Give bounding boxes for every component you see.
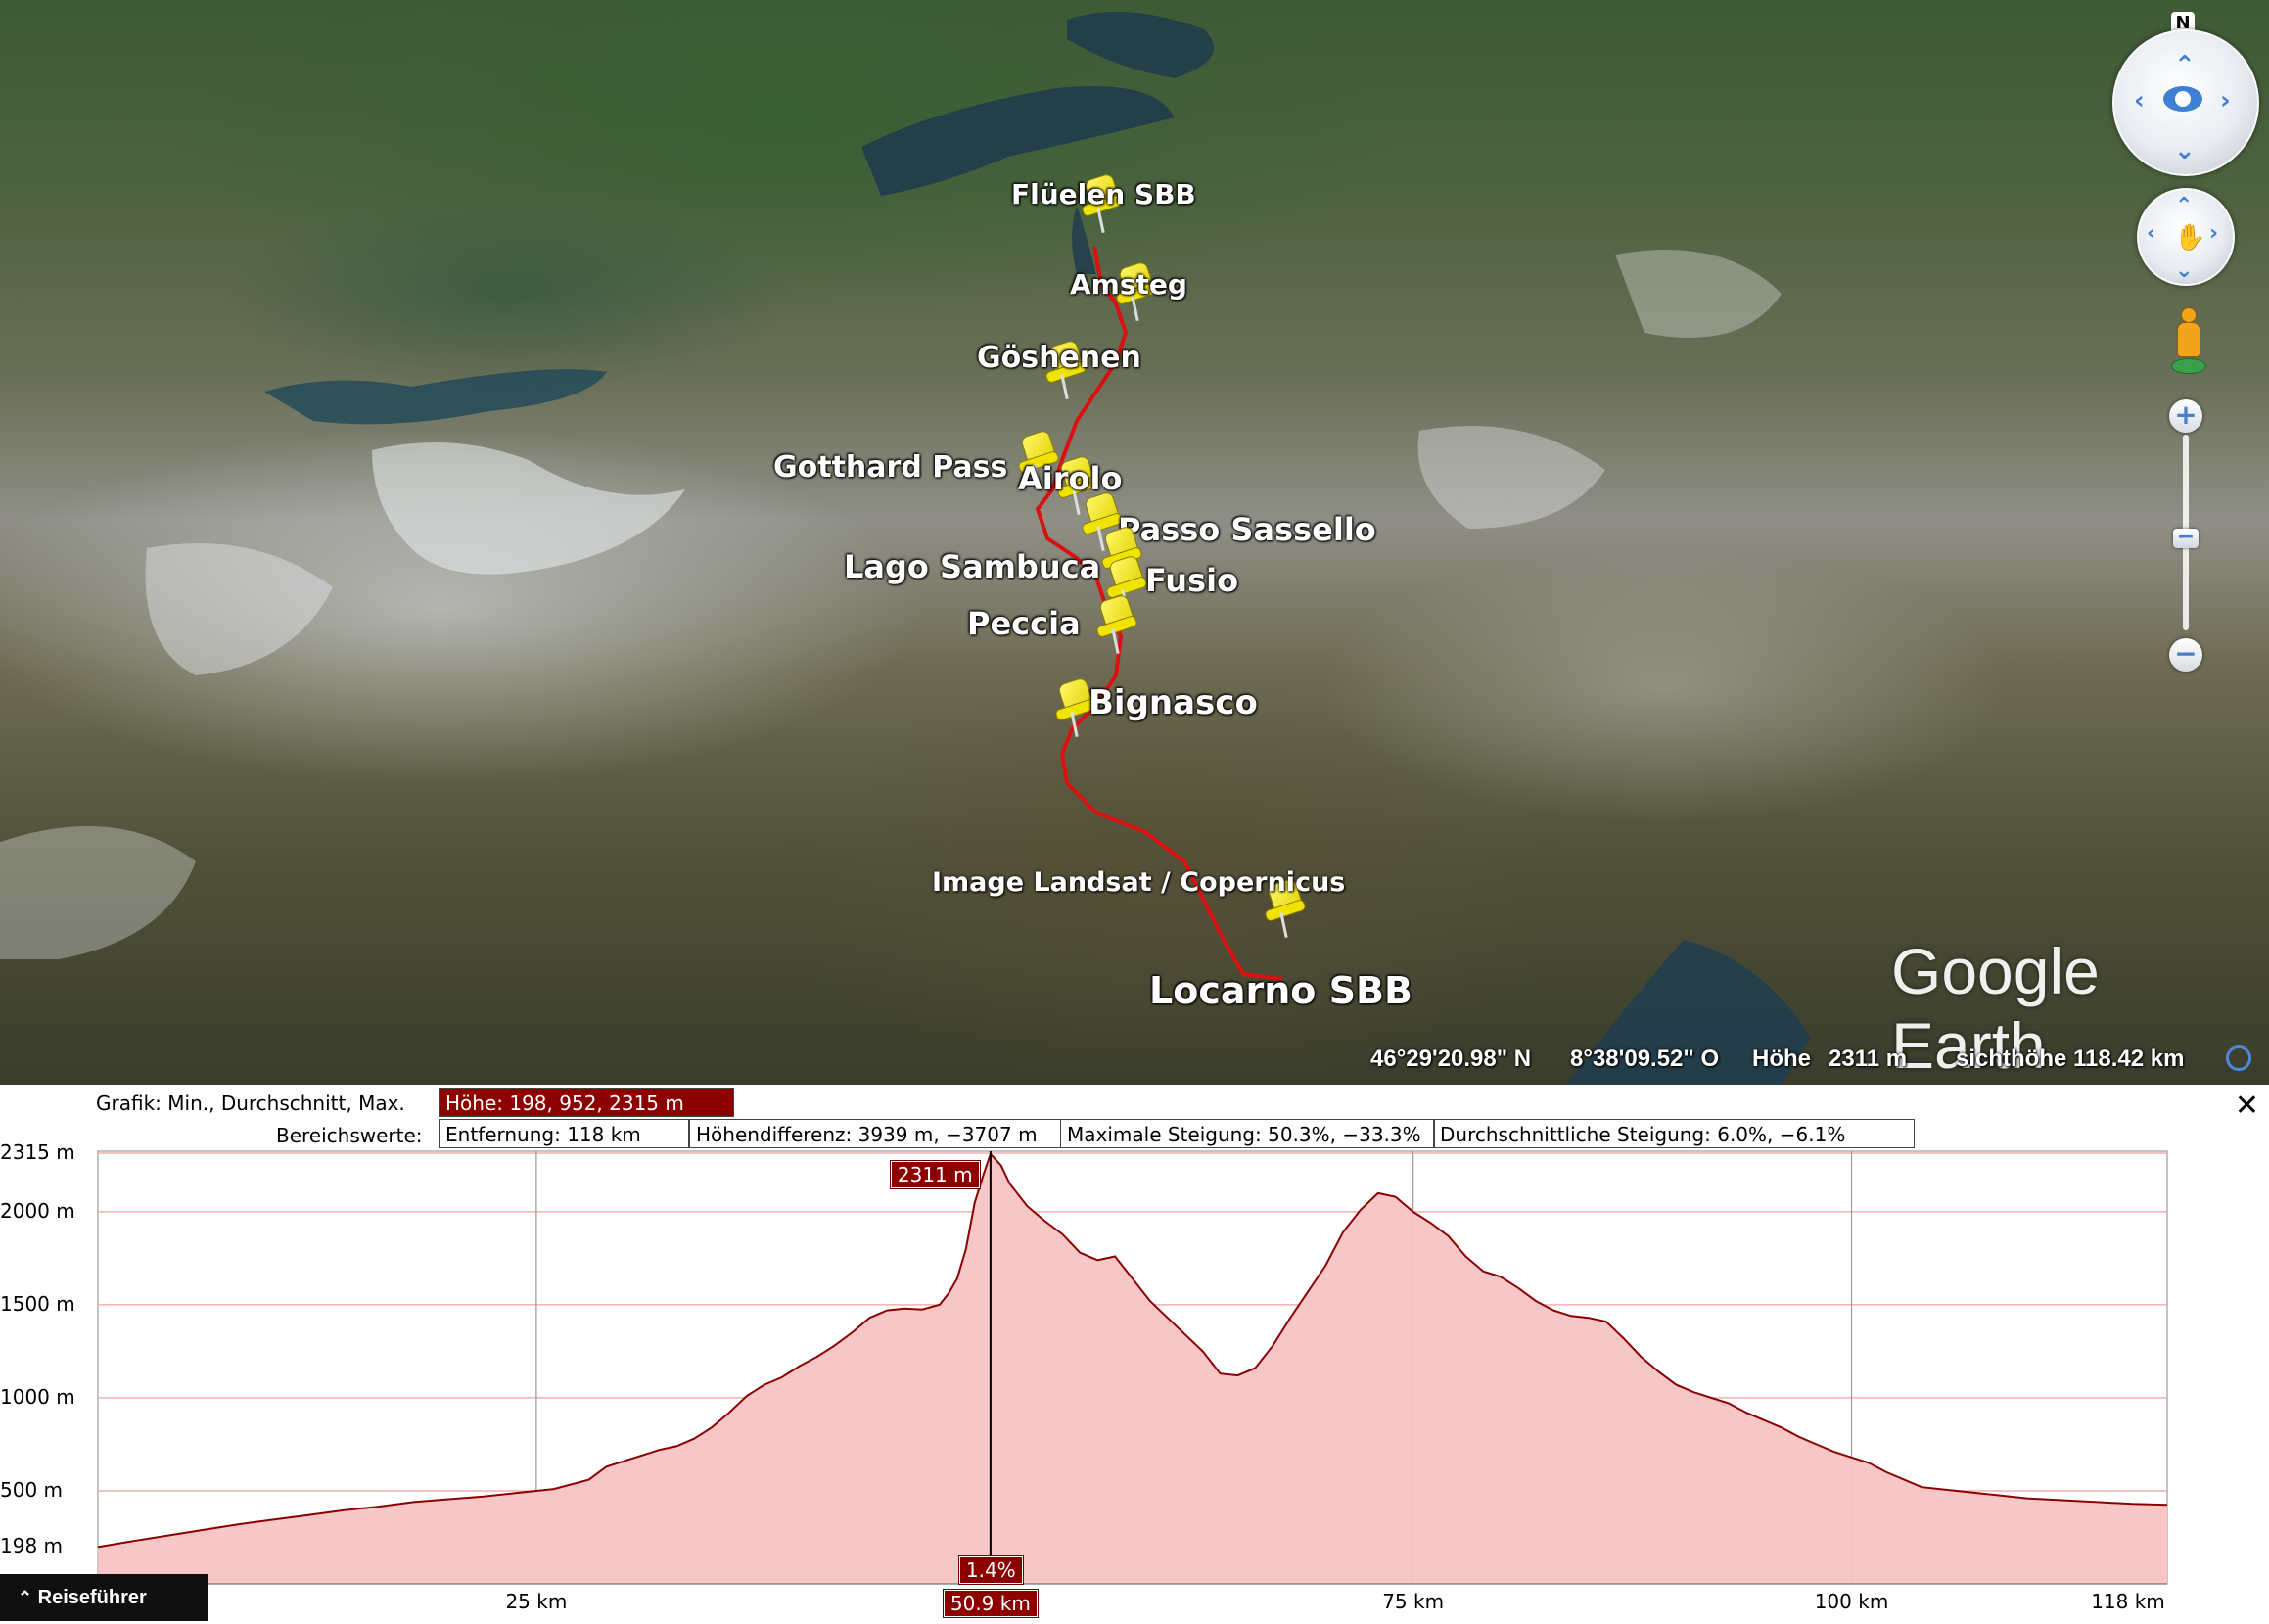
elevation-profile-panel xyxy=(0,1085,2269,1624)
eye-altitude-readout: sichthöhe 118.42 km xyxy=(1956,1045,2185,1072)
close-profile-button[interactable]: ✕ xyxy=(2235,1089,2259,1123)
move-left-arrow-icon[interactable]: ‹ xyxy=(2147,223,2155,245)
imagery-attribution: Image Landsat / Copernicus xyxy=(932,867,1346,898)
travel-guide-button[interactable]: ⌃ Reiseführer xyxy=(0,1574,208,1621)
longitude-readout: 8°38'09.52" O xyxy=(1570,1045,1720,1072)
elevation-readout: 2311 m xyxy=(1829,1045,1908,1072)
range-values-label: Bereichswerte: xyxy=(276,1124,423,1147)
x-tick-label: 118 km xyxy=(2091,1590,2165,1613)
placemark-label[interactable]: Bignasco xyxy=(1088,683,1258,722)
x-tick-label: 100 km xyxy=(1814,1590,1889,1613)
placemark-label[interactable]: Lago Sambuca xyxy=(844,548,1100,585)
look-down-arrow-icon[interactable]: ⌃ xyxy=(2174,133,2196,162)
graph-stats-label: Grafik: Min., Durchschnitt, Max. xyxy=(96,1091,405,1115)
eye-icon xyxy=(2163,86,2202,112)
y-tick-label: 500 m xyxy=(0,1477,64,1502)
y-tick-label: 2000 m xyxy=(0,1198,75,1223)
zoom-out-button[interactable]: − xyxy=(2169,638,2202,672)
placemark-label[interactable]: Locarno SBB xyxy=(1149,969,1412,1012)
move-right-arrow-icon[interactable]: › xyxy=(2209,223,2218,245)
loading-indicator-icon xyxy=(2226,1045,2251,1071)
latitude-readout: 46°29'20.98" N xyxy=(1370,1045,1532,1072)
distance-value: Entfernung: 118 km xyxy=(439,1119,689,1148)
y-tick-label: 2315 m xyxy=(0,1140,75,1164)
cursor-slope-label: 1.4% xyxy=(957,1555,1024,1585)
cursor-distance-label: 50.9 km xyxy=(942,1589,1039,1618)
x-tick-label: 75 km xyxy=(1382,1590,1445,1613)
move-down-arrow-icon[interactable]: ⌃ xyxy=(2175,255,2193,280)
cursor-elevation-label: 2311 m xyxy=(889,1160,981,1189)
look-joystick[interactable]: ⌃ ⌃ ‹ › xyxy=(2112,29,2259,176)
y-tick-label: 1500 m xyxy=(0,1291,75,1316)
elevation-difference-value: Höhendifferenz: 3939 m, −3707 m xyxy=(689,1119,1061,1148)
chevron-up-icon: ⌃ xyxy=(18,1588,33,1607)
placemark-label[interactable]: Flüelen SBB xyxy=(1011,178,1196,210)
travel-guide-label: Reiseführer xyxy=(37,1587,147,1608)
placemark-label[interactable]: Passo Sassello xyxy=(1118,511,1376,548)
earth-3d-view[interactable]: Flüelen SBB Amsteg Göshenen Gotthard Pass Ai… xyxy=(0,0,2269,1085)
avg-slope-value: Durchschnittliche Steigung: 6.0%, −6.1% xyxy=(1433,1119,1915,1148)
move-up-arrow-icon[interactable]: ⌃ xyxy=(2175,196,2193,217)
max-slope-value: Maximale Steigung: 50.3%, −33.3% xyxy=(1061,1119,1435,1148)
look-right-arrow-icon[interactable]: › xyxy=(2220,88,2231,114)
placemark-label[interactable]: Gotthard Pass xyxy=(773,450,1007,485)
y-tick-label: 198 m xyxy=(0,1534,64,1558)
graph-stats-value: Höhe: 198, 952, 2315 m xyxy=(439,1088,734,1117)
hand-icon: ✋ xyxy=(2174,223,2206,253)
look-up-arrow-icon[interactable]: ⌃ xyxy=(2174,53,2196,78)
zoom-slider-thumb[interactable]: − xyxy=(2173,527,2199,548)
placemark-label[interactable]: Peccia xyxy=(967,605,1081,642)
look-left-arrow-icon[interactable]: ‹ xyxy=(2134,88,2145,114)
yellow-pushpin-icon[interactable] xyxy=(1095,593,1138,656)
placemark-label[interactable]: Fusio xyxy=(1145,562,1238,599)
zoom-in-button[interactable]: + xyxy=(2169,399,2202,433)
placemark-label[interactable]: Göshenen xyxy=(977,341,1141,375)
placemark-label[interactable]: Amsteg xyxy=(1070,268,1187,301)
move-joystick[interactable]: ⌃ ⌃ ‹ › ✋ xyxy=(2137,188,2235,286)
elevation-label: Höhe xyxy=(1752,1045,1811,1072)
x-tick-label: 25 km xyxy=(505,1590,568,1613)
street-view-pegman-icon[interactable] xyxy=(2171,307,2206,376)
y-tick-label: 1000 m xyxy=(0,1384,75,1409)
